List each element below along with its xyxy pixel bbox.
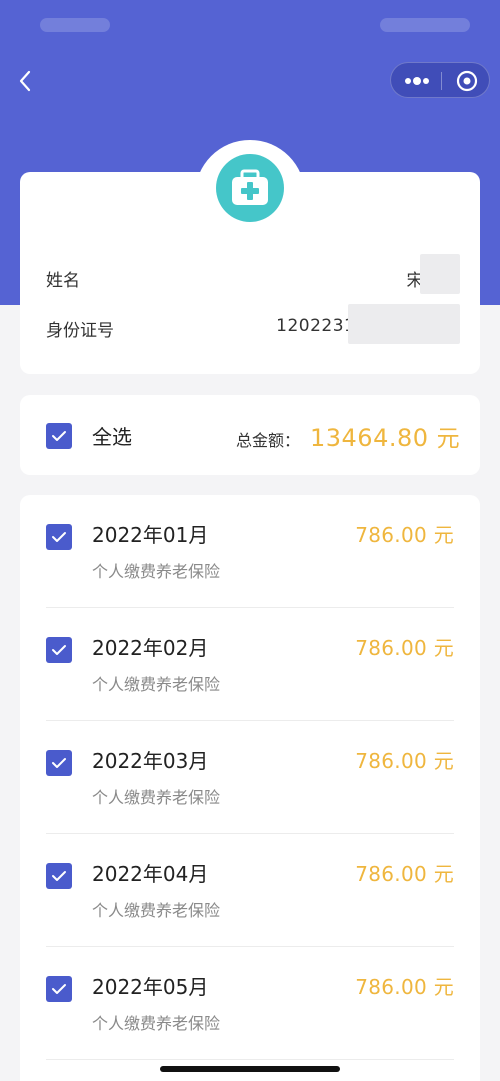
item-description: 个人缴费养老保险 (92, 562, 221, 581)
item-month: 2022年05月 (92, 975, 209, 999)
total-amount-value: 13464.80 (310, 424, 429, 452)
checkmark-icon (52, 758, 66, 768)
list-item[interactable]: 2022年01月 个人缴费养老保险 786.00 元 (20, 495, 480, 608)
item-currency: 元 (433, 636, 454, 660)
item-description: 个人缴费养老保险 (92, 675, 221, 694)
item-amount: 786.00 元 (355, 971, 454, 1000)
id-redaction-mask (348, 304, 460, 344)
item-currency: 元 (433, 862, 454, 886)
item-description: 个人缴费养老保险 (92, 1014, 221, 1033)
status-icons-blurred (380, 18, 470, 32)
item-checkbox[interactable] (46, 524, 72, 550)
item-amount: 786.00 元 (355, 632, 454, 661)
item-amount: 786.00 元 (355, 519, 454, 548)
item-checkbox[interactable] (46, 637, 72, 663)
id-row: 身份证号 1202231​98 (46, 304, 460, 344)
item-month: 2022年03月 (92, 749, 209, 773)
item-description: 个人缴费养老保险 (92, 901, 221, 920)
list-item[interactable]: 2022年04月 个人缴费养老保险 786.00 元 (20, 834, 480, 947)
payment-list: 2022年01月 个人缴费养老保险 786.00 元 2022年02月 个人缴费… (20, 495, 480, 1081)
item-checkbox[interactable] (46, 976, 72, 1002)
list-item[interactable]: 2022年03月 个人缴费养老保险 786.00 元 (20, 721, 480, 834)
list-item[interactable]: 2022年05月 个人缴费养老保险 786.00 元 (20, 947, 480, 1060)
list-item[interactable]: 2022年02月 个人缴费养老保险 786.00 元 (20, 608, 480, 721)
id-label: 身份证号 (46, 321, 114, 341)
total-amount: 13464.80 元 (310, 419, 460, 453)
total-currency: 元 (436, 426, 461, 452)
medical-kit-icon (216, 154, 284, 222)
item-month: 2022年02月 (92, 636, 209, 660)
item-month: 2022年04月 (92, 862, 209, 886)
name-redaction-mask (420, 254, 460, 294)
select-all-label[interactable]: 全选 (92, 421, 132, 450)
home-indicator (160, 1066, 340, 1072)
name-label: 姓名 (46, 271, 80, 291)
item-checkbox[interactable] (46, 750, 72, 776)
more-button[interactable] (391, 63, 441, 99)
select-all-checkbox[interactable] (46, 423, 72, 449)
item-amount-value: 786.00 (355, 636, 428, 660)
item-checkbox[interactable] (46, 863, 72, 889)
item-amount-value: 786.00 (355, 749, 428, 773)
checkmark-icon (52, 984, 66, 994)
item-description: 个人缴费养老保险 (92, 788, 221, 807)
status-bar (0, 0, 500, 55)
chevron-left-icon (19, 70, 31, 92)
item-currency: 元 (433, 749, 454, 773)
item-amount-value: 786.00 (355, 975, 428, 999)
status-time-blurred (40, 18, 110, 32)
checkmark-icon (52, 645, 66, 655)
checkmark-icon (52, 431, 66, 441)
close-button[interactable] (441, 63, 491, 99)
item-currency: 元 (433, 975, 454, 999)
more-dots-icon (405, 77, 429, 85)
back-button[interactable] (12, 64, 42, 98)
item-amount-value: 786.00 (355, 523, 428, 547)
target-close-icon (456, 70, 478, 92)
item-amount-value: 786.00 (355, 862, 428, 886)
name-row: 姓名 宋 (46, 254, 460, 294)
item-amount: 786.00 元 (355, 745, 454, 774)
item-month: 2022年01月 (92, 523, 209, 547)
checkmark-icon (52, 871, 66, 881)
checkmark-icon (52, 532, 66, 542)
item-amount: 786.00 元 (355, 858, 454, 887)
total-label: 总金额： (236, 431, 301, 450)
select-all-card: 全选 总金额： 13464.80 元 (20, 395, 480, 475)
mini-program-capsule (390, 62, 490, 98)
item-currency: 元 (433, 523, 454, 547)
item-divider (46, 1059, 454, 1060)
